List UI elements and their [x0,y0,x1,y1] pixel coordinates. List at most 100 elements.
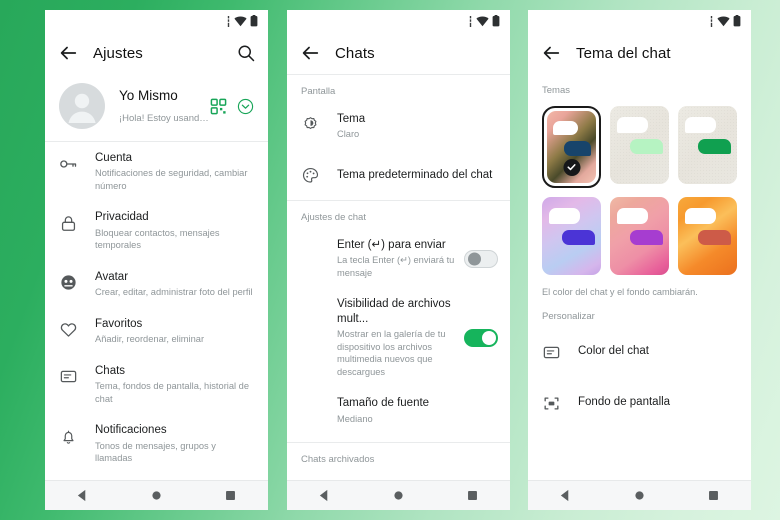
chats-item-title: Visibilidad de archivos mult... [337,298,451,325]
customize-item-title: Fondo de pantalla [578,395,671,408]
incoming-bubble-preview [685,207,716,224]
customize-item-wallpaper[interactable]: Fondo de pantalla [528,374,751,425]
status-bar [45,10,268,32]
chats-item-media-visibility[interactable]: Visibilidad de archivos mult... Mostrar … [287,288,510,387]
battery-icon [492,15,500,27]
nav-back-icon[interactable] [74,488,90,504]
outgoing-bubble-preview [698,229,732,246]
chats-item-title: Enter (↵) para enviar [337,238,446,251]
app-bar: Tema del chat [528,32,751,74]
chat-icon [540,341,562,363]
settings-item-title: Avatar [95,270,129,283]
settings-item-text: Avatar Crear, editar, administrar foto d… [95,270,254,299]
settings-item-account[interactable]: Cuenta Notificaciones de seguridad, camb… [45,142,268,201]
chats-item-subtitle: Mediano [337,413,373,424]
page-title: Ajustes [93,44,143,62]
settings-item-privacy[interactable]: Privacidad Bloquear contactos, mensajes … [45,201,268,260]
signal-icon [227,15,230,27]
toggle-knob [481,330,496,345]
theme-option-lilac-swirl[interactable] [542,197,601,275]
chats-item-default-theme[interactable]: Tema predeterminado del chat [287,150,510,200]
chats-item-subtitle: Mostrar en la galería de tu dispositivo … [337,328,446,377]
chats-item-font-size[interactable]: Tamaño de fuente Mediano [287,387,510,434]
theme-option-paper-green[interactable] [678,106,737,188]
theme-selected-check-icon [563,158,580,176]
palette-icon [299,165,321,187]
settings-item-chats[interactable]: Chats Tema, fondos de pantalla, historia… [45,355,268,414]
theme-thumbnail [610,106,669,184]
app-bar: Chats [287,32,510,74]
chats-item-keep-archived[interactable]: Mantener los chats archivados Los chats … [287,471,510,480]
nav-home-icon[interactable] [148,488,164,504]
settings-item-subtitle: Tonos de mensajes, grupos y llamadas [95,440,216,464]
phone-panel-chat-theme: Tema del chat Temas El color del chat y … [528,10,751,510]
nav-home-icon[interactable] [390,488,406,504]
customize-item-text: Color del chat [578,344,737,358]
settings-scroll-body[interactable]: Yo Mismo ¡Hola! Estoy usando W... [45,74,268,480]
profile-row[interactable]: Yo Mismo ¡Hola! Estoy usando W... [45,74,268,141]
key-icon [57,153,79,175]
back-arrow-icon[interactable] [57,42,79,64]
theme-scroll-body[interactable]: Temas El color del chat y el fondo cambi… [528,74,751,480]
wifi-icon [476,16,489,26]
chevron-down-circle-icon[interactable] [237,98,254,115]
theme-thumbnail [610,197,669,275]
theme-option-paper-mint[interactable] [610,106,669,188]
search-icon[interactable] [236,43,256,63]
media-visibility-toggle[interactable] [464,328,498,347]
chats-item-subtitle: Claro [337,129,360,140]
settings-item-favorites[interactable]: Favoritos Añadir, reordenar, eliminar [45,308,268,355]
settings-item-notifications[interactable]: Notificaciones Tonos de mensajes, grupos… [45,414,268,473]
theme-option-sunset-blur[interactable] [542,106,601,188]
nav-recents-icon[interactable] [706,488,722,504]
settings-item-title: Cuenta [95,152,133,164]
theme-option-orange-glow[interactable] [678,197,737,275]
qr-code-icon[interactable] [210,98,227,115]
nav-bar [45,480,268,510]
settings-item-storage[interactable]: Almacenamiento y datos Uso de red, desca… [45,474,268,480]
incoming-bubble-preview [552,121,579,136]
chats-item-subtitle: La tecla Enter (↵) enviará tu mensaje [337,255,455,278]
status-bar [287,10,510,32]
page-title: Tema del chat [576,44,671,62]
theme-thumbnail [547,111,596,183]
chats-item-text: Tamaño de fuente Mediano [337,396,496,425]
nav-back-icon[interactable] [316,488,332,504]
back-arrow-icon[interactable] [299,42,321,64]
profile-name: Yo Mismo [119,87,178,103]
nav-bar [287,480,510,510]
profile-actions [210,98,254,115]
settings-item-title: Notificaciones [95,424,167,437]
nav-back-icon[interactable] [557,488,573,504]
incoming-bubble-preview [617,207,648,224]
back-arrow-icon[interactable] [540,42,562,64]
chats-item-theme[interactable]: Tema Claro [287,103,510,150]
nav-recents-icon[interactable] [223,488,239,504]
enter-to-send-toggle[interactable] [464,249,498,268]
theme-option-pink-floral[interactable] [610,197,669,275]
settings-item-subtitle: Bloquear contactos, mensajes temporales [95,227,220,251]
nav-recents-icon[interactable] [465,488,481,504]
incoming-bubble-preview [549,207,580,224]
incoming-bubble-preview [685,116,716,133]
nav-home-icon[interactable] [631,488,647,504]
avatar-icon [57,272,79,294]
toggle-knob [468,252,481,265]
chats-item-text: Enter (↵) para enviar La tecla Enter (↵)… [337,238,464,279]
bell-icon [57,425,79,447]
status-bar [528,10,751,32]
chats-item-enter-to-send[interactable]: Enter (↵) para enviar La tecla Enter (↵)… [287,229,510,288]
section-label-display: Pantalla [301,85,336,97]
settings-item-avatar[interactable]: Avatar Crear, editar, administrar foto d… [45,261,268,308]
avatar [59,83,105,129]
phone-panel-settings: Ajustes Yo Mismo ¡Hola! Estoy usando W..… [45,10,268,510]
customize-item-chat-color[interactable]: Color del chat [528,328,751,374]
heart-icon [57,319,79,341]
settings-item-title: Chats [95,364,126,377]
lock-icon [57,212,79,234]
theme-thumbnail [678,197,737,275]
theme-thumbnail [542,197,601,275]
outgoing-bubble-preview [562,229,596,246]
chats-scroll-body[interactable]: Pantalla Tema Claro Tema predeterminado … [287,74,510,480]
section-label-themes: Temas [542,85,570,96]
